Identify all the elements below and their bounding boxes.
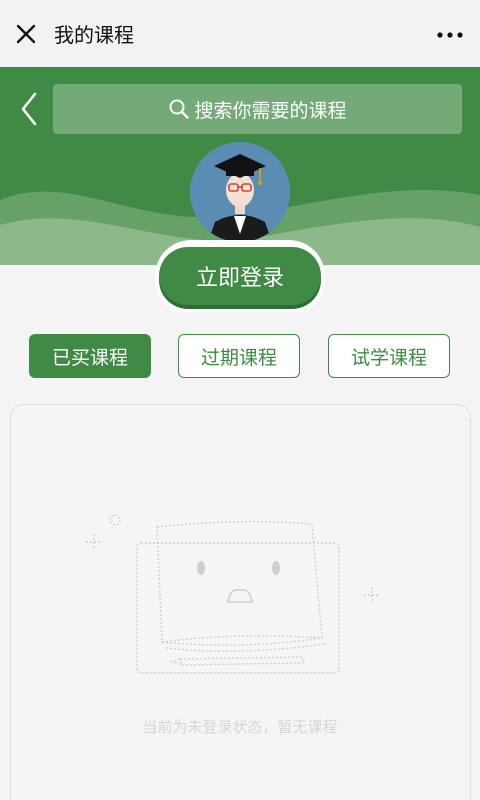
- page-title: 我的课程: [54, 23, 134, 47]
- search-input[interactable]: 搜索你需要的课程: [53, 84, 462, 134]
- top-bar: 我的课程: [0, 0, 480, 67]
- chevron-left-icon[interactable]: [16, 88, 42, 130]
- empty-state-message: 当前为未登录状态，暂无课程: [142, 718, 338, 736]
- close-icon[interactable]: [12, 20, 40, 48]
- tab-expired-courses[interactable]: 过期课程: [178, 334, 300, 378]
- login-button[interactable]: 立即登录: [159, 247, 321, 305]
- graduate-avatar: [190, 142, 290, 242]
- tab-trial-courses[interactable]: 试学课程: [328, 334, 450, 378]
- search-placeholder: 搜索你需要的课程: [194, 99, 347, 122]
- more-horizontal-icon[interactable]: [432, 20, 468, 48]
- tab-purchased-courses[interactable]: 已买课程: [29, 334, 151, 378]
- empty-book-illustration: [86, 514, 380, 674]
- search-icon: [169, 99, 190, 119]
